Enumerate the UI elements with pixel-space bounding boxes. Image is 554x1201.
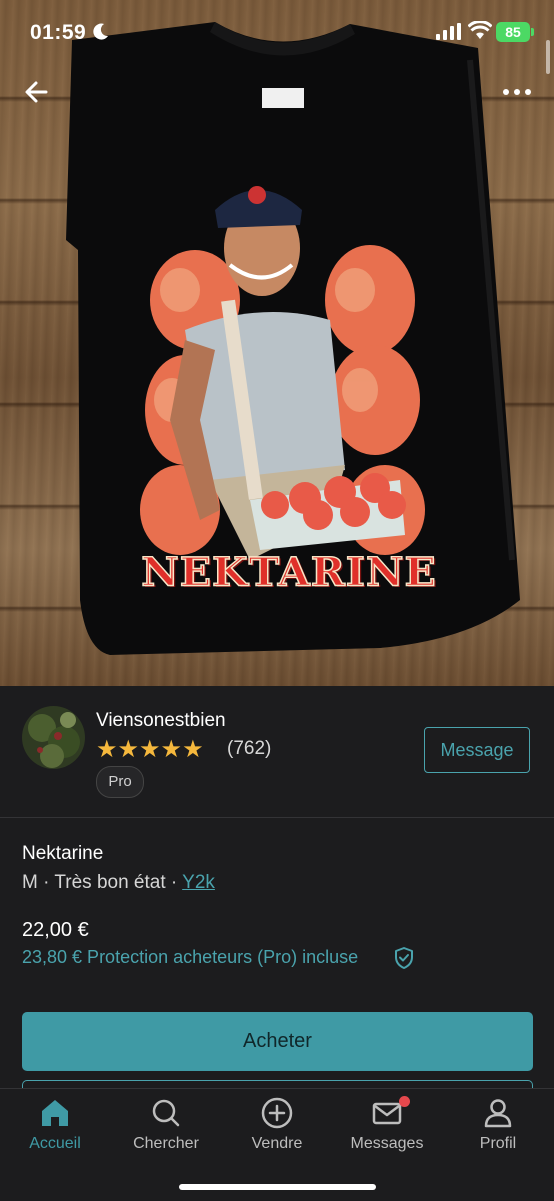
moon-icon: [93, 23, 108, 40]
review-count[interactable]: (762): [227, 738, 271, 760]
item-size: M: [22, 872, 38, 893]
tab-label: Vendre: [251, 1135, 303, 1152]
back-button[interactable]: [20, 76, 56, 108]
shirt-tag: [262, 88, 304, 108]
wifi-icon: [468, 21, 492, 39]
notification-dot: [399, 1096, 410, 1107]
shield-check-icon[interactable]: [393, 946, 415, 970]
plus-circle-icon: [261, 1097, 293, 1129]
seller-name[interactable]: Viensonestbien: [96, 710, 226, 732]
meta-separator: ·: [170, 872, 178, 893]
buyer-protection-price[interactable]: 23,80 € Protection acheteurs (Pro) inclu…: [22, 947, 358, 968]
tab-home[interactable]: Accueil: [5, 1097, 105, 1161]
item-title: Nektarine: [22, 843, 104, 864]
buy-button[interactable]: Acheter: [22, 1012, 533, 1071]
status-time: 01:59: [30, 21, 87, 44]
product-photo[interactable]: NEKTARINE 01:59 85: [0, 0, 554, 686]
battery-tip: [531, 28, 534, 36]
tab-label: Accueil: [29, 1135, 81, 1152]
shirt-print-text: NEKTARINE: [141, 548, 437, 595]
message-button[interactable]: Message: [424, 727, 530, 773]
battery-level: 85: [496, 22, 530, 42]
item-price: 22,00 €: [22, 919, 89, 941]
person-icon: [484, 1099, 512, 1128]
scrollbar[interactable]: [546, 40, 550, 74]
home-icon: [42, 1100, 68, 1126]
back-arrow-icon: [25, 81, 48, 103]
seller-section: Viensonestbien ★★★★★ (762) Pro Message: [0, 686, 554, 818]
tab-search[interactable]: Chercher: [116, 1097, 216, 1161]
status-bar: 01:59 85: [0, 0, 554, 66]
tab-sell[interactable]: Vendre: [227, 1097, 327, 1161]
item-meta: M · Très bon état · Y2k: [22, 872, 215, 894]
tab-messages[interactable]: Messages: [337, 1096, 437, 1161]
tab-label: Profil: [479, 1135, 517, 1152]
more-options-button[interactable]: [498, 80, 538, 104]
seller-avatar[interactable]: [22, 706, 85, 769]
brand-link[interactable]: Y2k: [182, 872, 215, 893]
tab-label: Messages: [350, 1135, 424, 1152]
tab-label: Chercher: [133, 1135, 199, 1152]
more-dots-icon: [503, 89, 531, 95]
search-icon: [152, 1099, 180, 1127]
tab-profile[interactable]: Profil: [448, 1097, 548, 1161]
pro-badge: Pro: [96, 766, 144, 798]
home-indicator[interactable]: [179, 1184, 376, 1190]
item-condition: Très bon état: [54, 872, 166, 893]
signal-icon: [436, 23, 461, 40]
meta-separator: ·: [43, 872, 50, 893]
rating-stars: ★★★★★: [96, 736, 204, 763]
avatar-image: [22, 706, 85, 769]
